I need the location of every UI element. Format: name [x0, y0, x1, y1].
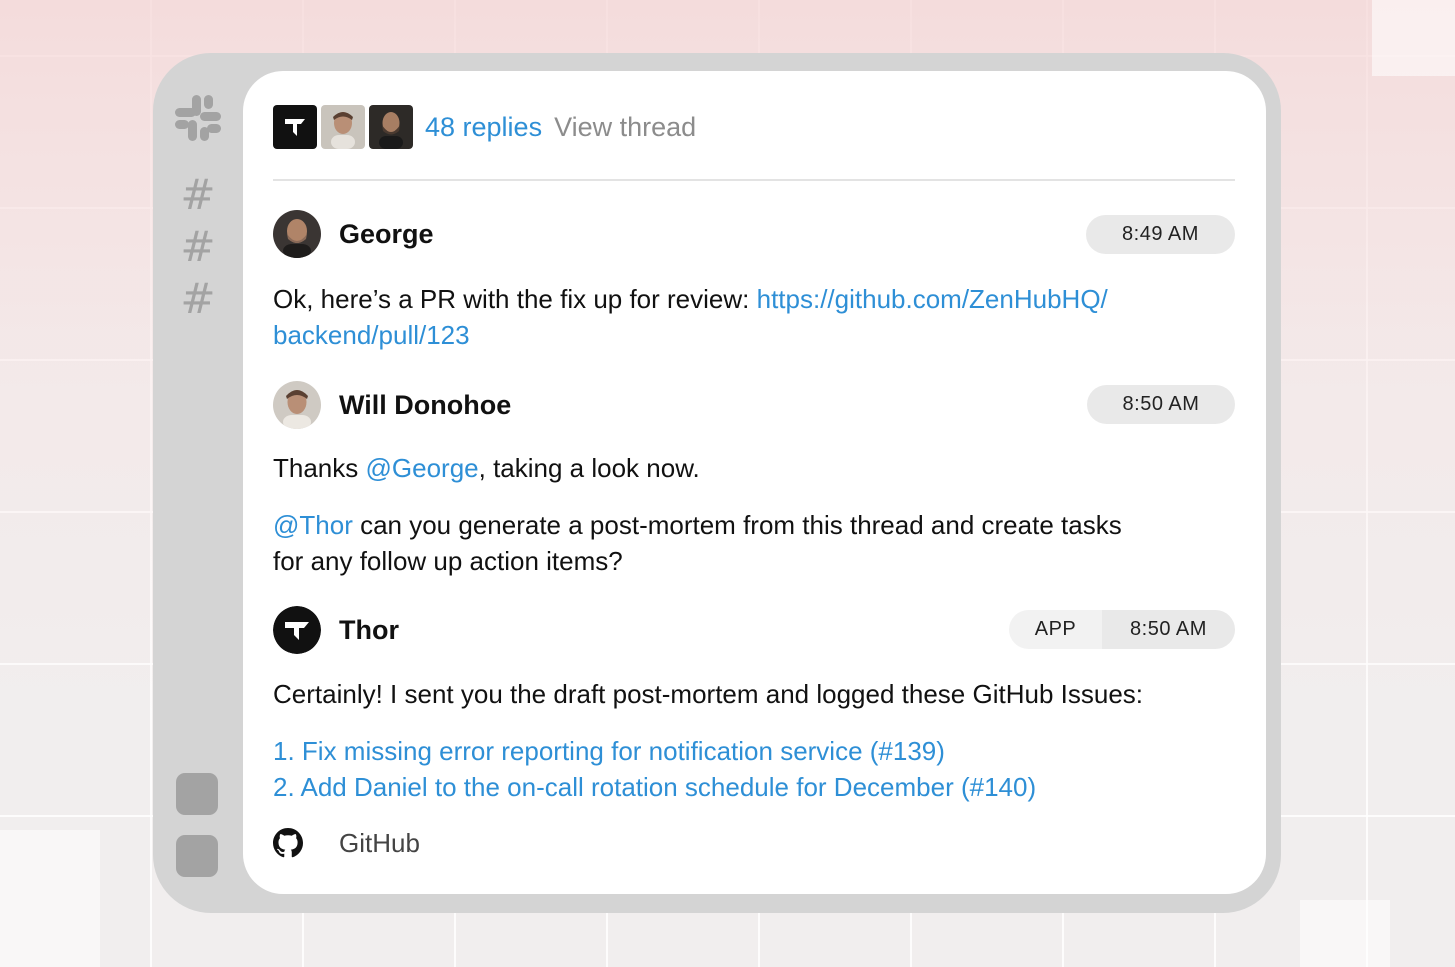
- sidebar-rail: # # #: [153, 53, 243, 913]
- message-body: Thanks: [273, 453, 366, 483]
- github-icon: [273, 828, 303, 858]
- source-attribution: GitHub: [273, 825, 420, 861]
- message-text: Thanks @George, taking a look now.: [273, 450, 1238, 486]
- message-header-will: Will Donohoe: [273, 380, 511, 430]
- message-header-thor: Thor: [273, 605, 399, 655]
- message-author[interactable]: Will Donohoe: [339, 390, 511, 421]
- timestamp-badge: 8:50 AM: [1087, 385, 1235, 424]
- channel-hash-icon[interactable]: #: [179, 226, 217, 268]
- divider: [273, 179, 1235, 181]
- message-body: , taking a look now.: [478, 453, 700, 483]
- issue-list: 1. Fix missing error reporting for notif…: [273, 733, 1238, 805]
- channel-hash-icon[interactable]: #: [179, 278, 217, 320]
- avatar: [273, 210, 321, 258]
- app-badge: APP: [1009, 610, 1102, 649]
- participant-avatar: [369, 105, 413, 149]
- replies-link[interactable]: 48 replies: [425, 112, 542, 143]
- view-thread-link[interactable]: View thread: [554, 112, 696, 143]
- message-author[interactable]: George: [339, 219, 434, 250]
- message-text: Ok, here’s a PR with the fix up for revi…: [273, 281, 1238, 353]
- message-body: can you generate a post-mortem from this…: [352, 510, 1122, 540]
- message-author[interactable]: Thor: [339, 615, 399, 646]
- message-body: Ok, here’s a PR with the fix up for revi…: [273, 284, 757, 314]
- channel-hash-icon[interactable]: #: [179, 174, 217, 216]
- mention-george[interactable]: @George: [366, 453, 479, 483]
- background-tile: [1372, 0, 1455, 76]
- source-label[interactable]: GitHub: [339, 828, 420, 859]
- issue-link[interactable]: 2. Add Daniel to the on-call rotation sc…: [273, 772, 1036, 802]
- pr-link[interactable]: https://github.com/ZenHubHQ/: [757, 284, 1108, 314]
- message-text: @Thor can you generate a post-mortem fro…: [273, 507, 1238, 579]
- app-time-badge: APP 8:50 AM: [1009, 610, 1235, 649]
- avatar: [273, 381, 321, 429]
- pr-link-continued[interactable]: backend/pull/123: [273, 320, 470, 350]
- message-header-george: George: [273, 209, 434, 259]
- issue-link[interactable]: 1. Fix missing error reporting for notif…: [273, 736, 945, 766]
- timestamp-badge: 8:49 AM: [1086, 215, 1235, 254]
- background-tile: [1300, 900, 1390, 967]
- background-tile: [0, 830, 100, 967]
- timestamp-badge: 8:50 AM: [1102, 610, 1235, 649]
- slack-logo-icon[interactable]: [173, 93, 223, 143]
- thor-app-avatar: [273, 105, 317, 149]
- message-text: Certainly! I sent you the draft post-mor…: [273, 679, 1143, 709]
- message-body: for any follow up action items?: [273, 546, 623, 576]
- mention-thor[interactable]: @Thor: [273, 510, 353, 540]
- thor-avatar: [273, 606, 321, 654]
- rail-button[interactable]: [176, 835, 218, 877]
- participant-avatar: [321, 105, 365, 149]
- rail-button[interactable]: [176, 773, 218, 815]
- thread-summary: 48 replies View thread: [273, 105, 696, 149]
